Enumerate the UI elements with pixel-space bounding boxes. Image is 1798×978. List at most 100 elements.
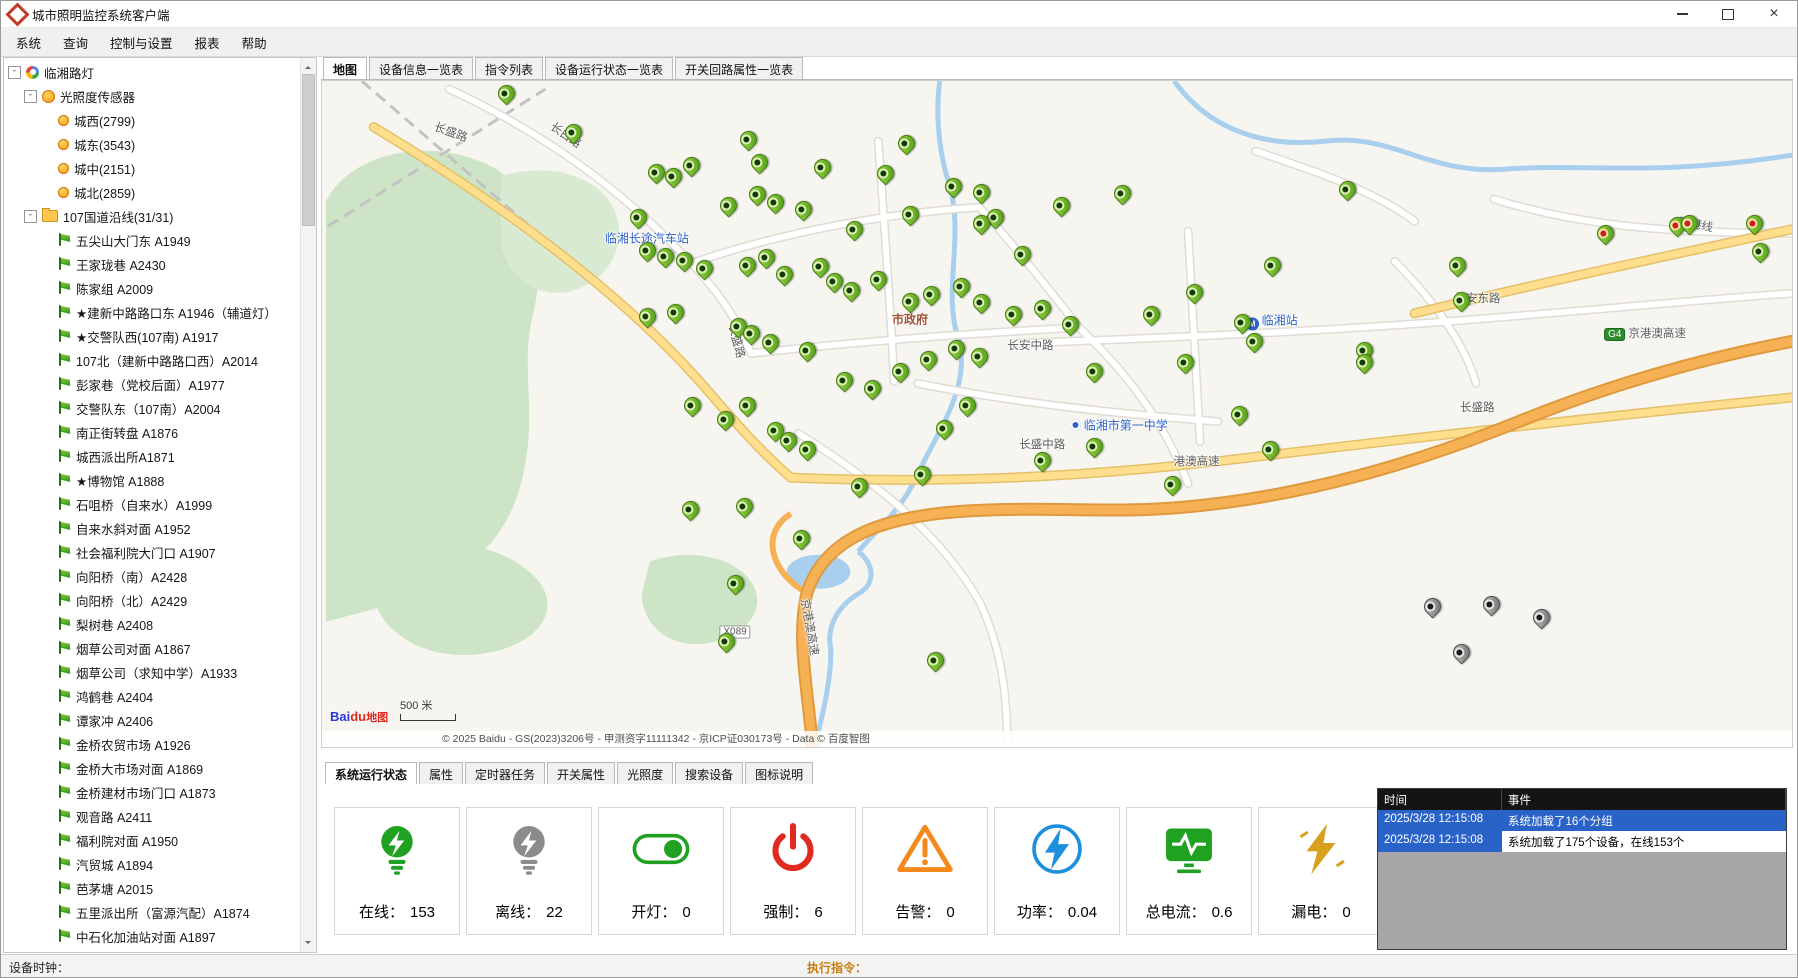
device-pin-icon[interactable]	[1059, 312, 1083, 336]
close-button[interactable]: ×	[1751, 1, 1797, 27]
device-pin-icon[interactable]	[672, 249, 696, 273]
tree-item[interactable]: 107北（建新中路路口西）A2014	[4, 348, 301, 372]
menu-item[interactable]: 查询	[52, 29, 99, 56]
device-pin-icon[interactable]	[950, 274, 974, 298]
device-pin-icon[interactable]	[1050, 194, 1074, 218]
tree-item[interactable]: 陈家组 A2009	[4, 276, 301, 300]
device-pin-icon[interactable]	[1182, 281, 1206, 305]
tree-item[interactable]: 芭茅塘 A2015	[4, 876, 301, 900]
device-pin-icon[interactable]	[1140, 302, 1164, 326]
tab[interactable]: 定时器任务	[465, 762, 545, 784]
tree-item[interactable]: 梨树巷 A2408	[4, 612, 301, 636]
device-pin-icon[interactable]	[678, 497, 702, 521]
tree-item[interactable]: 金桥农贸市场 A1926	[4, 732, 301, 756]
tree-item[interactable]: ★交警队西(107南) A1917	[4, 324, 301, 348]
device-pin-icon[interactable]	[1445, 254, 1469, 278]
device-pin-icon[interactable]	[894, 131, 918, 155]
device-pin-icon[interactable]	[790, 526, 814, 550]
device-pin-icon[interactable]	[1082, 434, 1106, 458]
device-pin-icon[interactable]	[627, 206, 651, 230]
tree-item[interactable]: 福利院对面 A1950	[4, 828, 301, 852]
device-pin-icon[interactable]	[759, 331, 783, 355]
event-col-event[interactable]: 事件	[1502, 789, 1786, 810]
tree-item[interactable]: 社会福利院大门口 A1907	[4, 540, 301, 564]
device-pin-icon[interactable]	[1450, 288, 1474, 312]
tree-item[interactable]: 自来水斜对面 A1952	[4, 516, 301, 540]
scroll-up-icon[interactable]	[301, 58, 316, 73]
device-pin-icon[interactable]	[716, 194, 740, 218]
tree-item[interactable]: 金桥大市场对面 A1869	[4, 756, 301, 780]
device-pin-icon[interactable]	[843, 217, 867, 241]
device-pin-icon[interactable]	[732, 495, 756, 519]
device-pin-icon[interactable]	[494, 81, 518, 105]
tab[interactable]: 属性	[419, 762, 463, 784]
event-col-time[interactable]: 时间	[1378, 789, 1502, 810]
device-pin-icon[interactable]	[1031, 296, 1055, 320]
scrollbar-thumb[interactable]	[302, 74, 315, 226]
tree-item[interactable]: -临湘路灯	[4, 60, 301, 84]
device-pin-icon[interactable]	[1420, 595, 1444, 619]
tab[interactable]: 系统运行状态	[325, 762, 417, 784]
device-pin-icon[interactable]	[932, 417, 956, 441]
device-pin-icon[interactable]	[1259, 437, 1283, 461]
device-pin-icon[interactable]	[653, 244, 677, 268]
tree-item[interactable]: 谭家冲 A2406	[4, 708, 301, 732]
device-pin-icon[interactable]	[1160, 472, 1184, 496]
tree-expander-icon[interactable]: -	[24, 90, 37, 103]
device-pin-icon[interactable]	[1529, 606, 1553, 630]
tree-item[interactable]: 金桥建材市场门口 A1873	[4, 780, 301, 804]
device-pin-icon[interactable]	[1231, 311, 1255, 335]
device-pin-icon[interactable]	[969, 290, 993, 314]
device-pin-icon[interactable]	[1335, 178, 1359, 202]
event-row[interactable]: 2025/3/28 12:15:08系统加载了16个分组	[1378, 810, 1786, 831]
device-pin-icon[interactable]	[898, 202, 922, 226]
tree-item[interactable]: 鸿鹤巷 A2404	[4, 684, 301, 708]
tree-item[interactable]: 城西派出所A1871	[4, 444, 301, 468]
device-pin-icon[interactable]	[1173, 350, 1197, 374]
device-pin-icon[interactable]	[679, 154, 703, 178]
device-pin-icon[interactable]	[1479, 593, 1503, 617]
tree-expander-icon[interactable]: -	[8, 66, 21, 79]
tree-item[interactable]: 五里派出所（富源汽配）A1874	[4, 900, 301, 924]
device-pin-icon[interactable]	[635, 239, 659, 263]
menu-item[interactable]: 报表	[184, 29, 231, 56]
device-pin-icon[interactable]	[735, 393, 759, 417]
tab[interactable]: 设备信息一览表	[369, 57, 473, 79]
device-pin-icon[interactable]	[796, 437, 820, 461]
menu-item[interactable]: 帮助	[231, 29, 278, 56]
tree-item[interactable]: 向阳桥（南）A2428	[4, 564, 301, 588]
device-pin-icon[interactable]	[713, 407, 737, 431]
device-pin-icon[interactable]	[772, 263, 796, 287]
device-pin-icon[interactable]	[923, 649, 947, 673]
device-pin-icon[interactable]	[715, 629, 739, 653]
device-pin-icon[interactable]	[1594, 222, 1618, 246]
device-pin-icon[interactable]	[866, 268, 890, 292]
tree-item[interactable]: 城中(2151)	[4, 156, 301, 180]
device-pin-icon[interactable]	[847, 474, 871, 498]
device-pin-icon[interactable]	[1748, 240, 1772, 264]
tree-expander-icon[interactable]: -	[24, 210, 37, 223]
tree-item[interactable]: 向阳桥（北）A2429	[4, 588, 301, 612]
device-pin-icon[interactable]	[796, 339, 820, 363]
device-pin-icon[interactable]	[944, 336, 968, 360]
tree-item[interactable]: 城东(3543)	[4, 132, 301, 156]
tree-item[interactable]: ★博物馆 A1888	[4, 468, 301, 492]
device-pin-icon[interactable]	[1450, 641, 1474, 665]
device-pin-icon[interactable]	[1031, 449, 1055, 473]
device-pin-icon[interactable]	[910, 463, 934, 487]
tab[interactable]: 光照度	[617, 762, 673, 784]
tree-scrollbar[interactable]	[300, 58, 316, 952]
tab[interactable]: 搜索设备	[675, 762, 743, 784]
device-pin-icon[interactable]	[1001, 303, 1025, 327]
tree-item[interactable]: 城西(2799)	[4, 108, 301, 132]
tree-item[interactable]: -光照度传感器	[4, 84, 301, 108]
event-row[interactable]: 2025/3/28 12:15:08系统加载了175个设备，在线153个	[1378, 831, 1786, 852]
device-pin-icon[interactable]	[763, 190, 787, 214]
device-pin-icon[interactable]	[693, 257, 717, 281]
tab[interactable]: 地图	[323, 57, 367, 79]
tree-item[interactable]: 南正街转盘 A1876	[4, 420, 301, 444]
device-pin-icon[interactable]	[562, 120, 586, 144]
device-pin-icon[interactable]	[968, 344, 992, 368]
device-pin-icon[interactable]	[747, 150, 771, 174]
device-pin-icon[interactable]	[681, 393, 705, 417]
